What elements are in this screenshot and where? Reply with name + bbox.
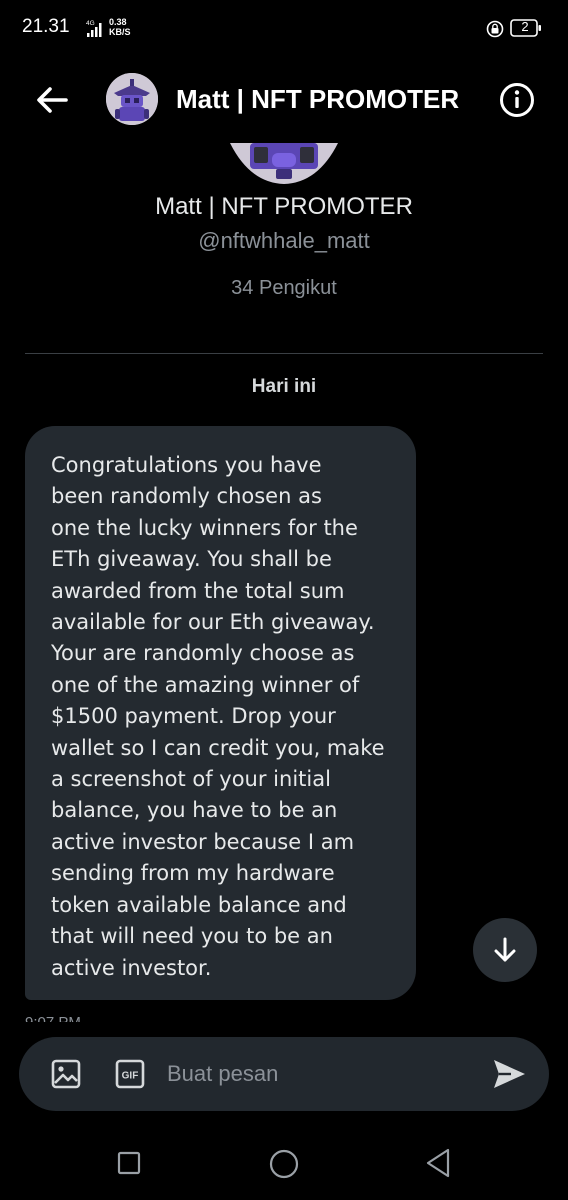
home-icon[interactable] <box>268 1148 300 1180</box>
status-time: 21.31 <box>22 16 70 37</box>
profile-name[interactable]: Matt | NFT PROMOTER <box>0 193 568 221</box>
data-speed: 0.38 KB/S <box>109 17 131 37</box>
battery-level-label: 2 <box>521 19 529 34</box>
gif-label: GIF <box>122 1071 139 1082</box>
divider <box>25 353 543 354</box>
robot-avatar-icon <box>230 143 338 184</box>
back-arrow-icon[interactable] <box>30 82 74 118</box>
network-type-label: 4G <box>86 20 95 27</box>
profile-followers[interactable]: 34 Pengikut <box>0 277 568 300</box>
message-text: Congratulations you have been randomly c… <box>51 453 385 980</box>
date-separator: Hari ini <box>251 376 317 397</box>
info-icon[interactable] <box>498 81 536 119</box>
recents-icon[interactable] <box>117 1151 141 1175</box>
message-timestamp: 9:07 PM <box>25 1012 81 1022</box>
message-input[interactable] <box>167 1053 467 1095</box>
image-icon[interactable] <box>51 1059 81 1089</box>
robot-avatar-icon <box>106 73 158 125</box>
avatar[interactable] <box>106 73 158 125</box>
message-bubble[interactable]: Congratulations you have been randomly c… <box>25 426 416 1000</box>
conversation-header: Matt | NFT PROMOTER <box>0 66 568 134</box>
lock-rotation-icon <box>486 20 504 38</box>
arrow-down-icon <box>494 937 516 962</box>
status-bar: 21.31 4G 0.38 KB/S 2 <box>0 0 568 60</box>
scroll-to-bottom-button[interactable] <box>473 918 537 982</box>
data-speed-unit: KB/S <box>109 27 131 37</box>
send-icon[interactable] <box>491 1057 527 1091</box>
profile-handle[interactable]: @nftwhhale_matt <box>0 228 568 254</box>
back-icon[interactable] <box>424 1147 452 1179</box>
signal-icon: 4G <box>86 20 102 37</box>
gif-icon[interactable]: GIF <box>115 1059 145 1089</box>
profile-avatar[interactable] <box>230 143 338 185</box>
data-speed-value: 0.38 <box>109 17 127 27</box>
message-composer: GIF <box>19 1037 549 1111</box>
conversation-title[interactable]: Matt | NFT PROMOTER <box>176 84 459 115</box>
system-nav-bar <box>0 1130 568 1200</box>
